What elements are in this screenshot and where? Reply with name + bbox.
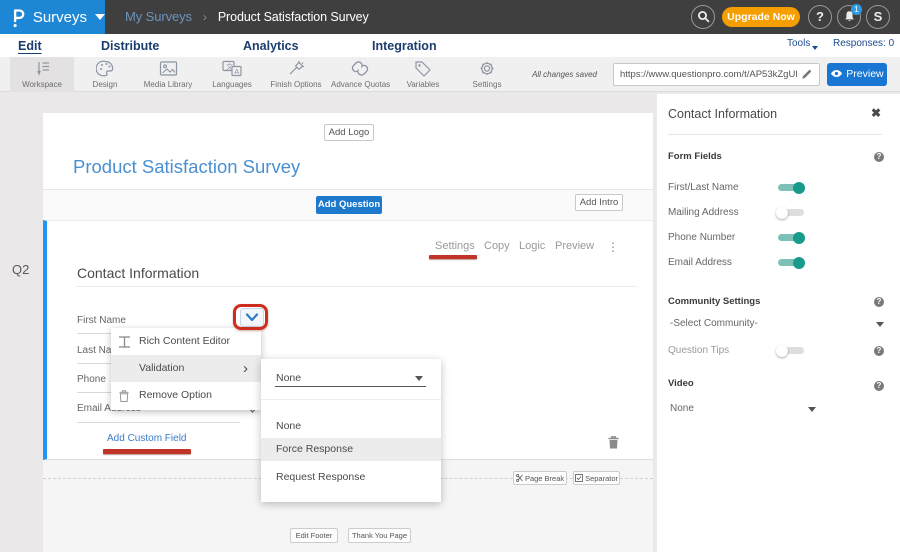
svg-text:A: A — [234, 67, 239, 76]
